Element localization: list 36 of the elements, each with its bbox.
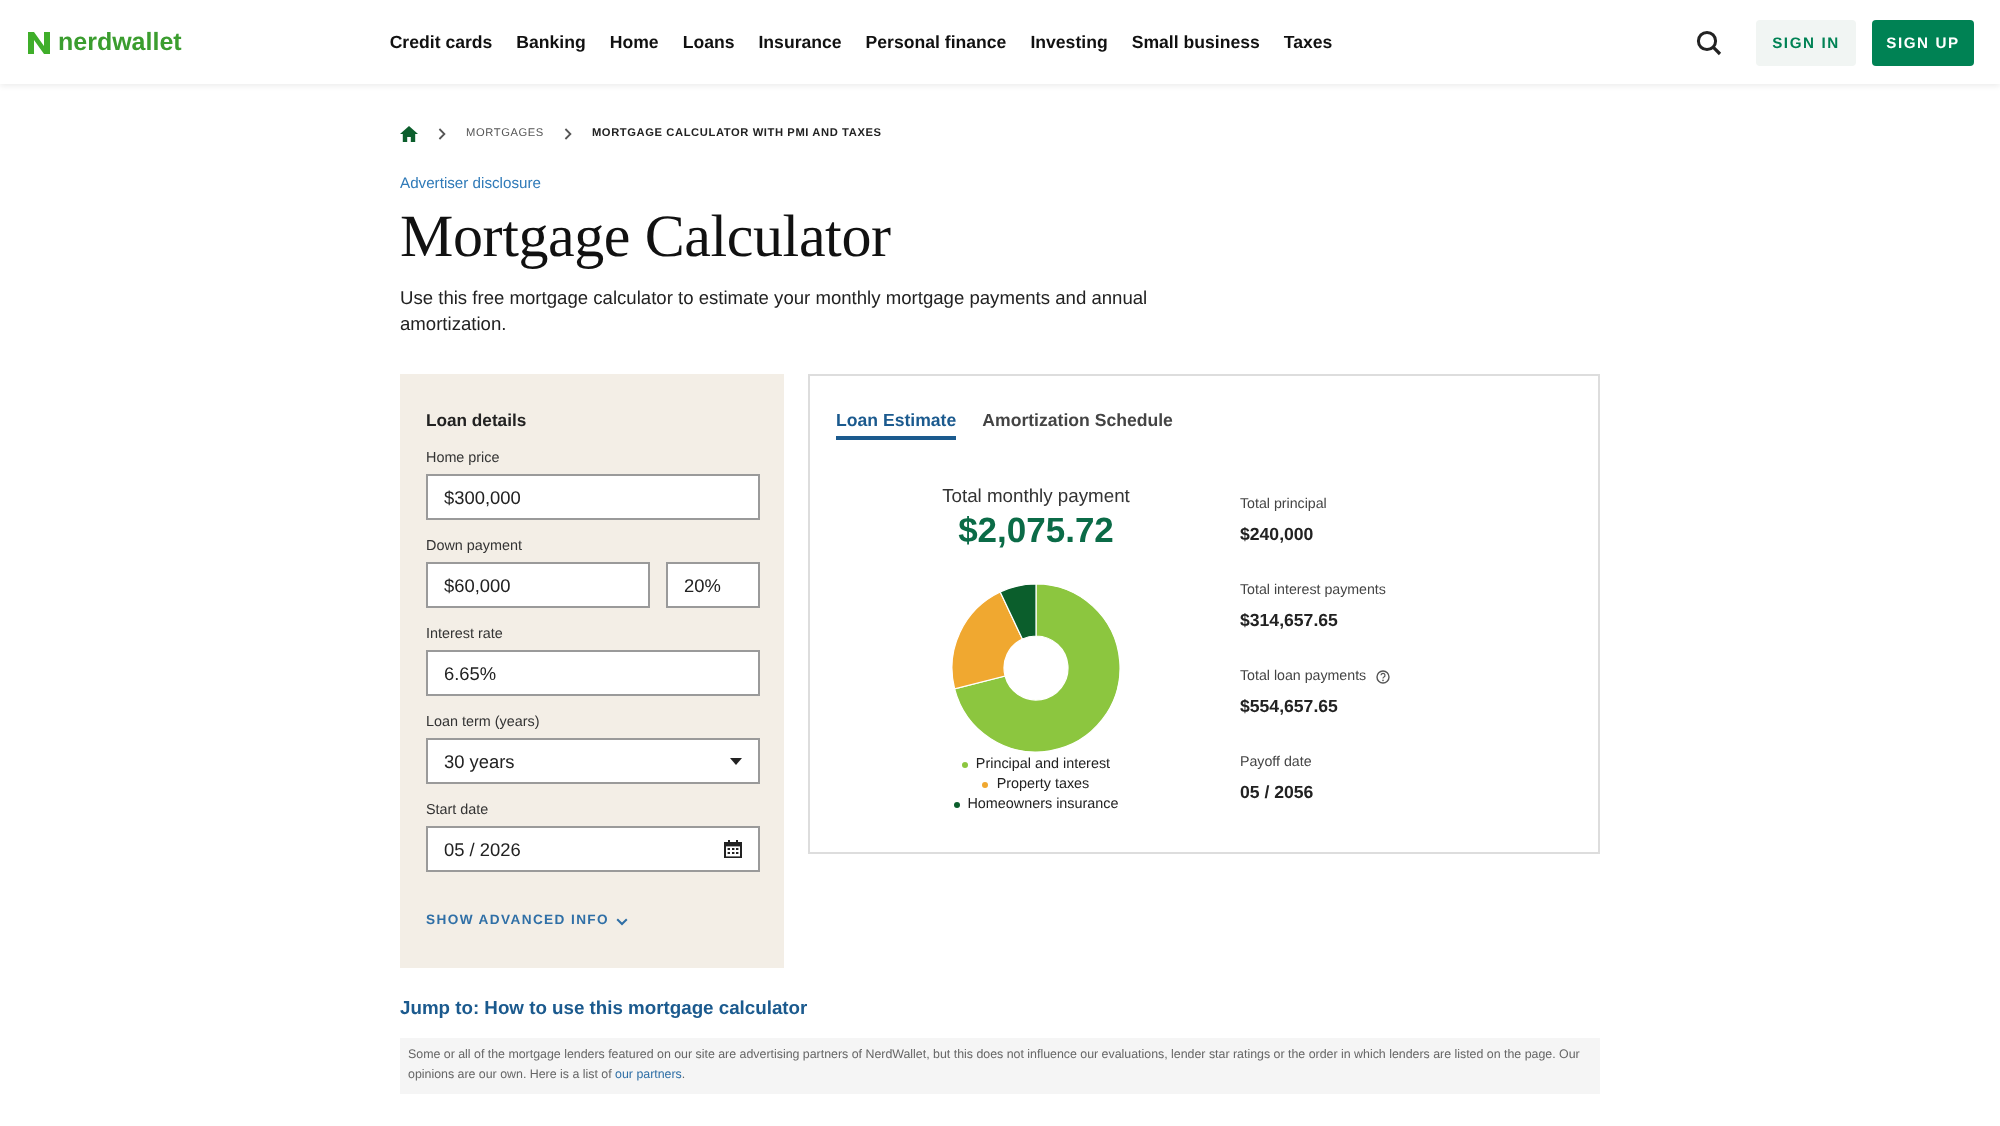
nav-link[interactable]: Small business	[1131, 32, 1260, 52]
nav-link[interactable]: Insurance	[758, 32, 842, 52]
stat-value: $240,000	[1240, 524, 1314, 544]
nav-link[interactable]: Loans	[682, 32, 735, 52]
input-field[interactable]: 20%	[666, 562, 760, 608]
intro-text: Use this free mortgage calculator to estimate your monthly mortgage payments and annual amortization.	[400, 286, 1150, 338]
input-field[interactable]: 6.65%	[426, 650, 760, 696]
home-icon[interactable]	[400, 125, 418, 141]
page-title: Mortgage Calculator	[400, 204, 893, 272]
chevron-icon	[438, 127, 446, 139]
chevron-icon	[563, 127, 572, 139]
tab[interactable]: Amortization Schedule	[982, 410, 1173, 440]
input-field[interactable]: $60,000	[426, 562, 650, 608]
stat-value: $314,657.65	[1240, 610, 1338, 630]
search-icon[interactable]	[1696, 29, 1722, 55]
stat-value: 05 / 2056	[1240, 782, 1314, 802]
nav-link[interactable]: Investing	[1030, 32, 1108, 52]
select-field[interactable]: 30 years	[426, 738, 760, 784]
caret-icon	[730, 757, 742, 765]
stat-value: $554,657.65	[1240, 696, 1338, 716]
tab[interactable]: Loan Estimate	[836, 410, 957, 440]
monthly-payment-label: Total monthly payment	[942, 484, 1130, 506]
nav-link[interactable]: Personal finance	[865, 32, 1007, 52]
logo-icon[interactable]	[26, 29, 52, 55]
nav-link[interactable]: Home	[609, 32, 659, 52]
nav-link[interactable]: Banking	[516, 32, 586, 52]
input-field[interactable]: $300,000	[426, 474, 760, 520]
jump-link[interactable]: Jump to: How to use this mortgage calculator	[400, 996, 808, 1018]
monthly-payment-amount: $2,075.72	[958, 510, 1114, 552]
calendar-icon[interactable]	[724, 840, 742, 858]
nav-link[interactable]: Credit cards	[389, 32, 493, 52]
chevron-icon	[615, 917, 628, 925]
date-field[interactable]: 05 / 2026	[426, 826, 760, 872]
panel-title: Loan details	[426, 410, 527, 430]
nav-link[interactable]: Taxes	[1283, 32, 1333, 52]
info-icon[interactable]	[1376, 669, 1391, 683]
